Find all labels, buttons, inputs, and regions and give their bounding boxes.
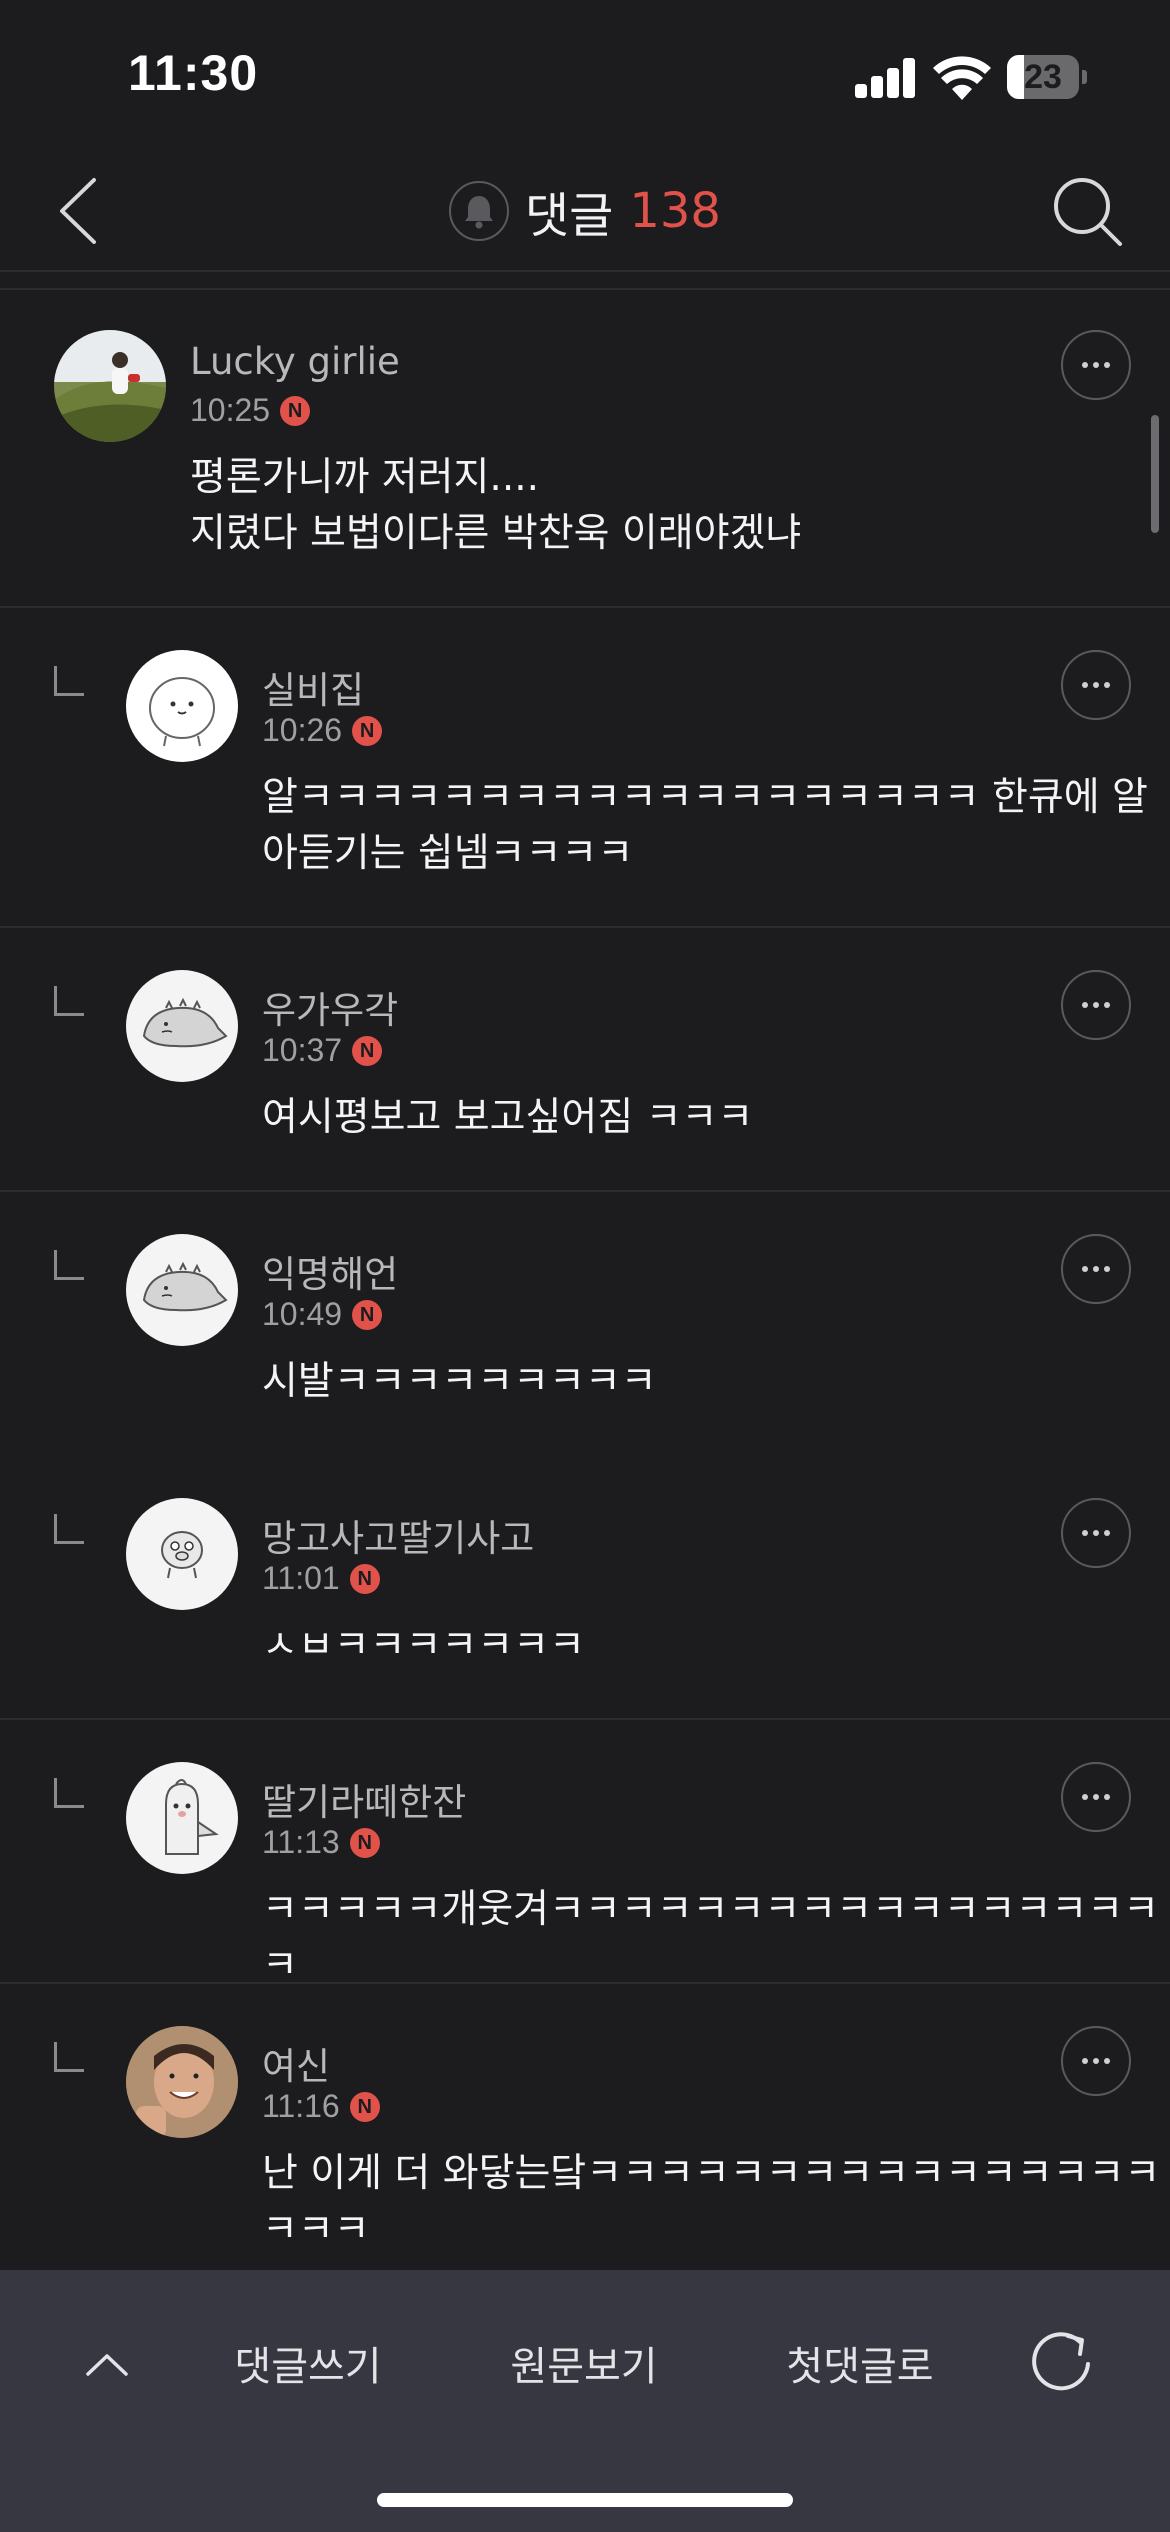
bell-icon [465, 196, 494, 229]
new-badge: N [280, 395, 311, 426]
reply-indent-icon [54, 1514, 84, 1544]
comment-line: ㅋㅋㅋㅋㅋ개웃겨ㅋㅋㅋㅋㅋㅋㅋㅋㅋㅋㅋㅋㅋㅋㅋㅋㅋㅋ [262, 1887, 1160, 1988]
comment-item: 실비집 10:26 N 알ㅋㅋㅋㅋㅋㅋㅋㅋㅋㅋㅋㅋㅋㅋㅋㅋㅋㅋㅋ 한큐에 알 아… [0, 608, 1170, 928]
comment-body: ㅅㅂㅋㅋㅋㅋㅋㅋㅋ [262, 1618, 585, 1674]
avatar[interactable] [126, 650, 238, 762]
comment-line: 알ㅋㅋㅋㅋㅋㅋㅋㅋㅋㅋㅋㅋㅋㅋㅋㅋㅋㅋㅋ 한큐에 알 [262, 775, 1148, 820]
comment-nickname[interactable]: Lucky girlie [190, 340, 400, 383]
new-badge: N [349, 2091, 380, 2122]
avatar[interactable] [126, 1234, 238, 1346]
reply-indent-icon [54, 666, 84, 696]
more-options-button[interactable] [1061, 1234, 1131, 1304]
more-options-button[interactable] [1061, 330, 1131, 400]
new-badge: N [352, 1299, 383, 1330]
comment-nickname[interactable]: 여신 [262, 2036, 330, 2090]
comment-body: 평론가니까 저러지.... 지렸다 보법이다른 박찬욱 이래야겠냐 [190, 450, 801, 562]
comment-time: 10:37 [262, 1032, 343, 1068]
comment-time: 10:26 [262, 712, 343, 748]
scroll-top-button[interactable] [82, 2340, 132, 2390]
notification-bell-button[interactable] [449, 181, 510, 241]
comment-item: 여신 11:16 N 난 이게 더 와닿는닼ㅋㅋㅋㅋㅋㅋㅋㅋㅋㅋㅋㅋㅋㅋㅋㅋ ㅋ… [0, 1984, 1170, 2284]
comment-nickname[interactable]: 익명해언 [262, 1244, 398, 1298]
comment-line: ㅅㅂㅋㅋㅋㅋㅋㅋㅋ [262, 1623, 585, 1668]
more-options-button[interactable] [1061, 1762, 1131, 1832]
avatar[interactable] [126, 970, 238, 1082]
comment-nickname[interactable]: 우가우각 [262, 980, 398, 1034]
comment-nickname[interactable]: 딸기라떼한잔 [262, 1772, 466, 1826]
comment-line: 난 이게 더 와닿는닼ㅋㅋㅋㅋㅋㅋㅋㅋㅋㅋㅋㅋㅋㅋㅋㅋ [262, 2151, 1161, 2196]
comment-line: 시발ㅋㅋㅋㅋㅋㅋㅋㅋㅋ [262, 1359, 657, 1404]
comment-line: ㅋㅋㅋ [262, 2207, 370, 2252]
reply-indent-icon [54, 1778, 84, 1808]
comment-item: 우가우각 10:37 N 여시평보고 보고싶어짐 ㅋㅋㅋ [0, 928, 1170, 1192]
new-badge: N [352, 1035, 383, 1066]
comment-time: 11:13 [262, 1824, 340, 1860]
comment-item: Lucky girlie 10:25 N 평론가니까 저러지.... 지렸다 보… [0, 300, 1170, 608]
comment-body: ㅋㅋㅋㅋㅋ개웃겨ㅋㅋㅋㅋㅋㅋㅋㅋㅋㅋㅋㅋㅋㅋㅋㅋㅋㅋ [262, 1882, 1170, 1994]
write-comment-button[interactable]: 댓글쓰기 [218, 2332, 398, 2402]
battery-icon: 23 [1007, 55, 1087, 99]
comment-line: 평론가니까 저러지.... [190, 455, 540, 500]
first-comment-button[interactable]: 첫댓글로 [770, 2332, 950, 2402]
reply-indent-icon [54, 2042, 84, 2072]
view-original-button[interactable]: 원문보기 [494, 2332, 674, 2402]
avatar[interactable] [54, 330, 166, 442]
home-indicator[interactable] [377, 2493, 793, 2507]
comment-time: 11:16 [262, 2088, 340, 2124]
comment-body: 여시평보고 보고싶어짐 ㅋㅋㅋ [262, 1090, 753, 1146]
status-time: 11:30 [128, 45, 259, 101]
wifi-icon [933, 56, 991, 100]
new-badge: N [352, 715, 383, 746]
divider [0, 288, 1170, 290]
avatar[interactable] [126, 1762, 238, 1874]
refresh-icon[interactable] [1030, 2328, 1096, 2394]
status-bar: 11:30 23 [0, 0, 1170, 150]
battery-level: 23 [1024, 58, 1062, 96]
search-button[interactable] [1048, 172, 1126, 250]
comment-item: 망고사고딸기사고 11:01 N ㅅㅂㅋㅋㅋㅋㅋㅋㅋ [0, 1456, 1170, 1720]
comment-line: 지렸다 보법이다른 박찬욱 이래야겠냐 [190, 511, 802, 556]
new-badge: N [349, 1563, 380, 1594]
more-options-button[interactable] [1061, 970, 1131, 1040]
comment-body: 시발ㅋㅋㅋㅋㅋㅋㅋㅋㅋ [262, 1354, 657, 1410]
comment-line: 여시평보고 보고싶어짐 ㅋㅋㅋ [262, 1095, 754, 1140]
reply-indent-icon [54, 986, 84, 1016]
new-badge: N [349, 1827, 380, 1858]
comment-item: 딸기라떼한잔 11:13 N ㅋㅋㅋㅋㅋ개웃겨ㅋㅋㅋㅋㅋㅋㅋㅋㅋㅋㅋㅋㅋㅋㅋㅋㅋ… [0, 1720, 1170, 1988]
comment-nickname[interactable]: 실비집 [262, 660, 364, 714]
comment-time: 10:25 [190, 392, 271, 428]
more-options-button[interactable] [1061, 650, 1131, 720]
comment-list[interactable]: Lucky girlie 10:25 N 평론가니까 저러지.... 지렸다 보… [0, 300, 1170, 2284]
page-title: 댓글 [525, 188, 614, 244]
more-options-button[interactable] [1061, 1498, 1131, 1568]
avatar[interactable] [126, 1498, 238, 1610]
more-options-button[interactable] [1061, 2026, 1131, 2096]
cellular-signal-icon [855, 58, 917, 98]
comment-body: 알ㅋㅋㅋㅋㅋㅋㅋㅋㅋㅋㅋㅋㅋㅋㅋㅋㅋㅋㅋ 한큐에 알 아듣기는 쉽넴ㅋㅋㅋㅋ [262, 770, 1148, 882]
comment-item: 익명해언 10:49 N 시발ㅋㅋㅋㅋㅋㅋㅋㅋㅋ [0, 1192, 1170, 1456]
scrollbar[interactable] [1151, 415, 1159, 533]
comment-line: 아듣기는 쉽넴ㅋㅋㅋㅋ [262, 831, 634, 876]
reply-indent-icon [54, 1250, 84, 1280]
comments-header: 댓글 138 [0, 150, 1170, 272]
comment-body: 난 이게 더 와닿는닼ㅋㅋㅋㅋㅋㅋㅋㅋㅋㅋㅋㅋㅋㅋㅋㅋ ㅋㅋㅋ [262, 2146, 1160, 2258]
comment-nickname[interactable]: 망고사고딸기사고 [262, 1508, 534, 1562]
comment-time: 11:01 [262, 1560, 340, 1596]
avatar[interactable] [126, 2026, 238, 2138]
comment-count: 138 [629, 183, 721, 239]
comment-time: 10:49 [262, 1296, 343, 1332]
